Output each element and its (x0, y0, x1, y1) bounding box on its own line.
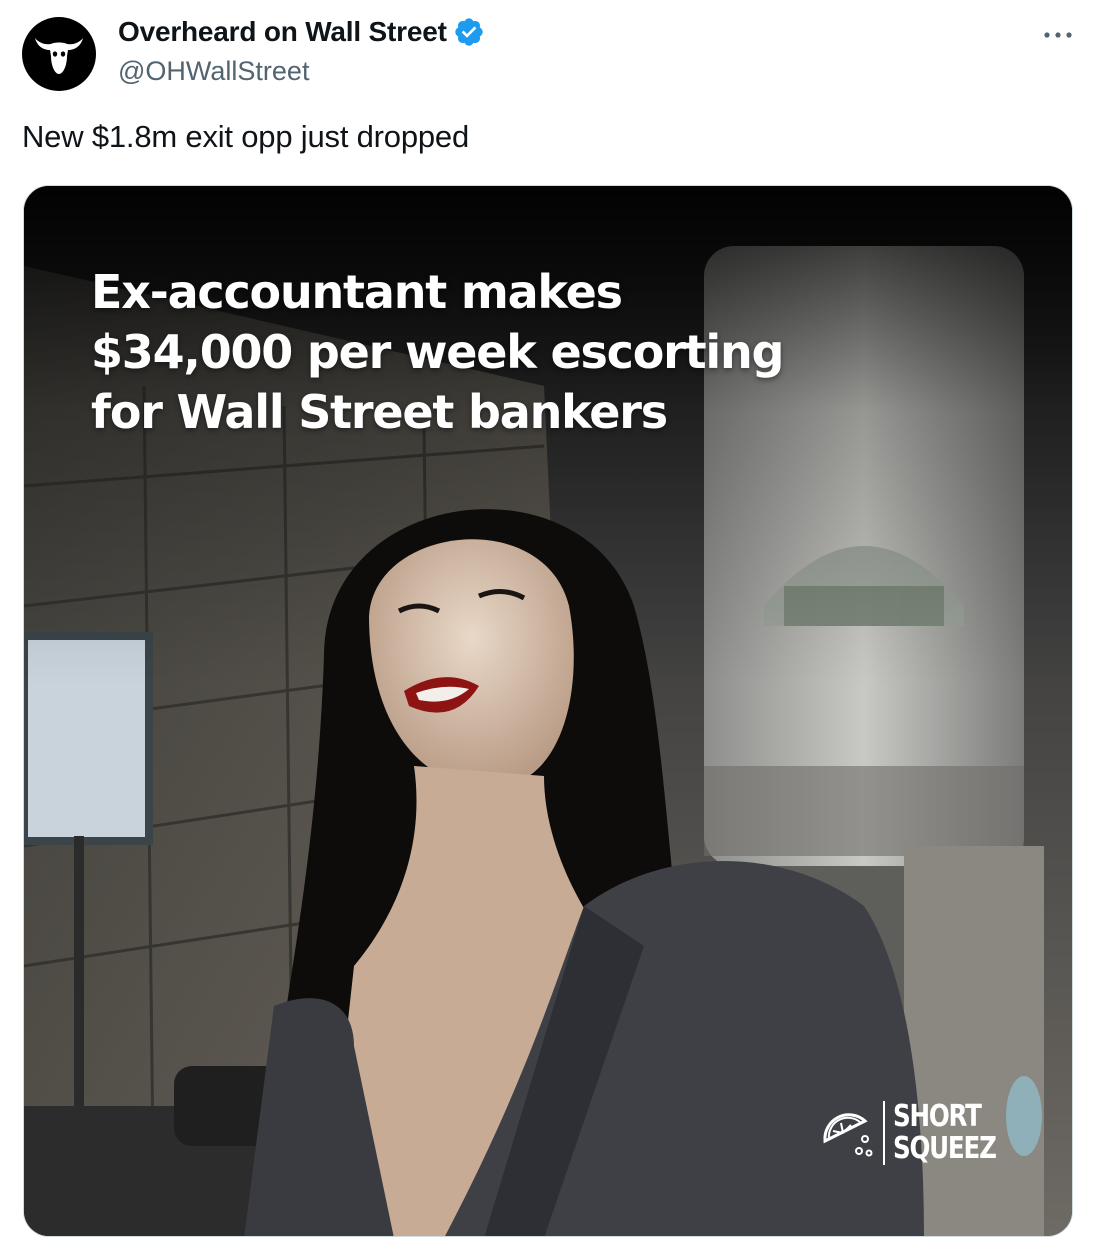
watermark-logo: SHORT SQUEEZ (819, 1101, 1018, 1165)
watermark-text: SHORT SQUEEZ (893, 1099, 997, 1166)
bull-skull-icon (35, 38, 83, 74)
tweet: Overheard on Wall Street @OHWallStreet N… (0, 0, 1100, 1249)
tweet-text: New $1.8m exit opp just dropped (22, 119, 470, 154)
headline-line: for Wall Street bankers (91, 385, 668, 439)
watermark-line: SQUEEZ (893, 1131, 997, 1166)
verified-badge-icon (455, 18, 483, 46)
author-name[interactable]: Overheard on Wall Street (118, 16, 447, 48)
more-dots-icon (1044, 32, 1072, 38)
media-headline: Ex-accountant makes $34,000 per week esc… (91, 262, 851, 442)
lemon-slice-icon (823, 1113, 873, 1157)
author-row: Overheard on Wall Street (118, 16, 485, 48)
tweet-media-image[interactable]: Ex-accountant makes $34,000 per week esc… (23, 185, 1073, 1237)
author-handle[interactable]: @OHWallStreet (118, 56, 309, 87)
avatar[interactable] (22, 17, 96, 91)
more-options-button[interactable] (1038, 20, 1078, 50)
watermark-line: SHORT (893, 1099, 982, 1134)
watermark-divider (883, 1101, 885, 1165)
headline-line: $34,000 per week escorting (91, 325, 784, 379)
headline-line: Ex-accountant makes (91, 265, 623, 319)
